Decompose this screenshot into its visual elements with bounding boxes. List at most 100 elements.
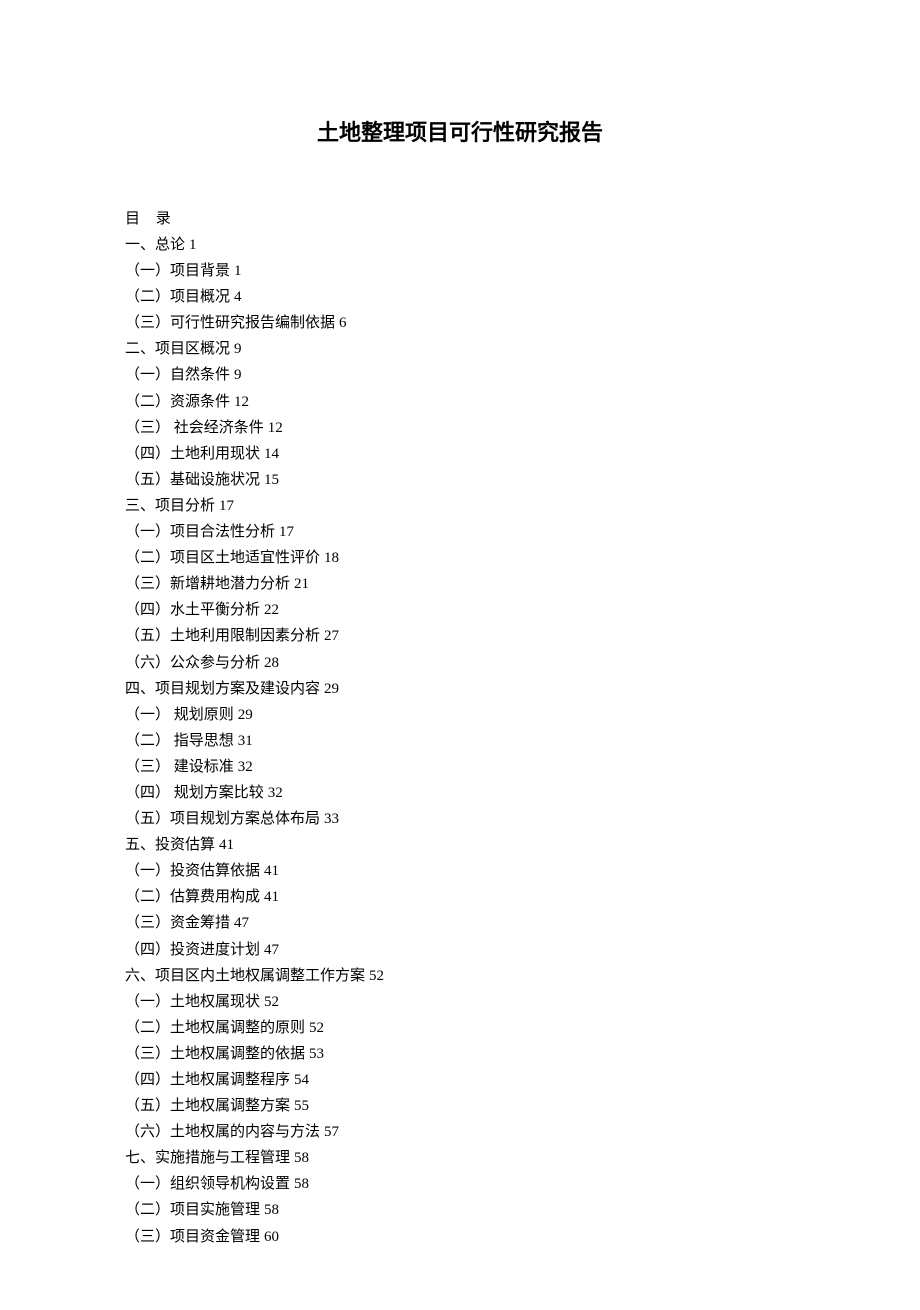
toc-entry: （三） 社会经济条件12 [125, 415, 795, 441]
toc-entry-label: （二）土地权属调整的原则 [125, 1020, 305, 1036]
toc-entry-page: 12 [268, 420, 283, 436]
toc-entry-page: 58 [264, 1202, 279, 1218]
toc-entry-label: （六）土地权属的内容与方法 [125, 1124, 320, 1140]
toc-entry-page: 52 [264, 994, 279, 1010]
toc-entry: （一）项目背景1 [125, 258, 795, 284]
toc-entry: （二）估算费用构成41 [125, 884, 795, 910]
toc-entry-page: 1 [189, 237, 197, 253]
toc-entry: （四）投资进度计划47 [125, 937, 795, 963]
toc-entry: 五、投资估算41 [125, 832, 795, 858]
toc-entry: （一）投资估算依据41 [125, 858, 795, 884]
toc-entry-label: （五）基础设施状况 [125, 472, 260, 488]
toc-entry-page: 57 [324, 1124, 339, 1140]
toc-entry-label: （二）估算费用构成 [125, 889, 260, 905]
toc-entry-label: （二）项目概况 [125, 289, 230, 305]
toc-entry: （二）资源条件12 [125, 389, 795, 415]
toc-entry-page: 58 [294, 1150, 309, 1166]
toc-entry-page: 41 [219, 837, 234, 853]
toc-entry-page: 4 [234, 289, 242, 305]
toc-entry-label: 六、项目区内土地权属调整工作方案 [125, 968, 365, 984]
toc-entry-label: （一） 规划原则 [125, 707, 234, 723]
toc-entry-label: （三）资金筹措 [125, 915, 230, 931]
toc-entry-label: 五、投资估算 [125, 837, 215, 853]
table-of-contents: 一、总论1（一）项目背景1（二）项目概况4（三）可行性研究报告编制依据6二、项目… [125, 232, 795, 1250]
toc-entry-page: 47 [264, 942, 279, 958]
toc-entry: （二） 指导思想31 [125, 728, 795, 754]
toc-entry-page: 28 [264, 655, 279, 671]
toc-entry: 七、实施措施与工程管理58 [125, 1145, 795, 1171]
toc-entry-label: （二）项目区土地适宜性评价 [125, 550, 320, 566]
toc-entry-page: 17 [219, 498, 234, 514]
toc-entry: （三）新增耕地潜力分析21 [125, 571, 795, 597]
toc-entry: （三）可行性研究报告编制依据6 [125, 310, 795, 336]
toc-entry-label: （三）项目资金管理 [125, 1229, 260, 1245]
toc-entry-label: （一）项目背景 [125, 263, 230, 279]
toc-entry-page: 12 [234, 394, 249, 410]
toc-entry-label: （一）项目合法性分析 [125, 524, 275, 540]
toc-entry-label: （一）自然条件 [125, 367, 230, 383]
toc-entry-page: 31 [238, 733, 253, 749]
toc-entry-page: 15 [264, 472, 279, 488]
toc-entry-page: 33 [324, 811, 339, 827]
toc-header: 目 录 [125, 207, 795, 228]
toc-entry-label: （四） 规划方案比较 [125, 785, 264, 801]
toc-entry-page: 29 [324, 681, 339, 697]
toc-entry-label: （四）土地利用现状 [125, 446, 260, 462]
toc-entry-page: 32 [268, 785, 283, 801]
toc-entry: （五）基础设施状况15 [125, 467, 795, 493]
toc-entry-page: 60 [264, 1229, 279, 1245]
toc-entry-page: 55 [294, 1098, 309, 1114]
toc-entry: （四）土地权属调整程序54 [125, 1067, 795, 1093]
toc-entry: （一）自然条件9 [125, 362, 795, 388]
toc-entry-page: 41 [264, 889, 279, 905]
toc-entry: （一） 规划原则29 [125, 702, 795, 728]
toc-entry-page: 17 [279, 524, 294, 540]
toc-entry-label: （四）水土平衡分析 [125, 602, 260, 618]
toc-entry-label: （四）投资进度计划 [125, 942, 260, 958]
toc-entry-page: 32 [238, 759, 253, 775]
toc-entry-page: 27 [324, 628, 339, 644]
toc-entry: （二）项目区土地适宜性评价18 [125, 545, 795, 571]
toc-entry: （一）土地权属现状52 [125, 989, 795, 1015]
toc-entry-label: （三） 社会经济条件 [125, 420, 264, 436]
toc-entry-label: 三、项目分析 [125, 498, 215, 514]
toc-entry: 六、项目区内土地权属调整工作方案52 [125, 963, 795, 989]
toc-entry: （一）组织领导机构设置58 [125, 1171, 795, 1197]
toc-entry: 一、总论1 [125, 232, 795, 258]
toc-entry-label: （二）资源条件 [125, 394, 230, 410]
toc-entry-label: 二、项目区概况 [125, 341, 230, 357]
toc-entry: （三）项目资金管理60 [125, 1224, 795, 1250]
toc-entry-page: 54 [294, 1072, 309, 1088]
toc-entry: 三、项目分析17 [125, 493, 795, 519]
toc-entry-page: 58 [294, 1176, 309, 1192]
toc-entry: （三）资金筹措47 [125, 910, 795, 936]
toc-entry: （三）土地权属调整的依据53 [125, 1041, 795, 1067]
toc-entry-label: （三） 建设标准 [125, 759, 234, 775]
toc-entry-label: （一）组织领导机构设置 [125, 1176, 290, 1192]
toc-entry-label: （四）土地权属调整程序 [125, 1072, 290, 1088]
toc-entry-page: 9 [234, 367, 242, 383]
toc-entry: （四）土地利用现状14 [125, 441, 795, 467]
toc-entry-page: 22 [264, 602, 279, 618]
toc-entry: （四） 规划方案比较32 [125, 780, 795, 806]
toc-entry-page: 52 [309, 1020, 324, 1036]
toc-entry-label: （一）投资估算依据 [125, 863, 260, 879]
toc-entry: （二）项目概况4 [125, 284, 795, 310]
toc-entry: （五）项目规划方案总体布局33 [125, 806, 795, 832]
toc-entry-label: （三）新增耕地潜力分析 [125, 576, 290, 592]
toc-entry-page: 18 [324, 550, 339, 566]
toc-entry-label: （三）土地权属调整的依据 [125, 1046, 305, 1062]
document-title: 土地整理项目可行性研究报告 [125, 115, 795, 147]
toc-entry-page: 1 [234, 263, 242, 279]
toc-entry-label: （六）公众参与分析 [125, 655, 260, 671]
toc-entry-page: 41 [264, 863, 279, 879]
toc-entry: （六）公众参与分析28 [125, 650, 795, 676]
toc-entry-label: （一）土地权属现状 [125, 994, 260, 1010]
toc-entry-label: （五）土地权属调整方案 [125, 1098, 290, 1114]
toc-entry-label: （五）项目规划方案总体布局 [125, 811, 320, 827]
toc-entry-label: 一、总论 [125, 237, 185, 253]
toc-entry-page: 14 [264, 446, 279, 462]
toc-entry-page: 29 [238, 707, 253, 723]
toc-entry: （三） 建设标准32 [125, 754, 795, 780]
toc-entry: （五）土地权属调整方案55 [125, 1093, 795, 1119]
